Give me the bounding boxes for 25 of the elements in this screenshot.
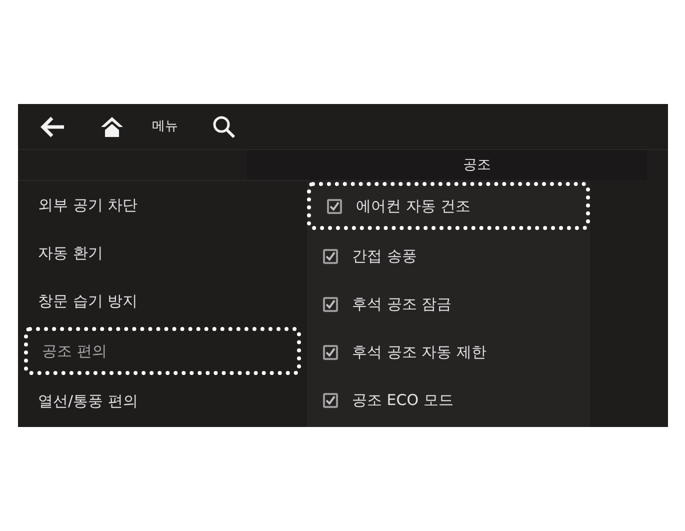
option-label: 공조 ECO 모드 — [352, 390, 454, 411]
option-row[interactable]: 후석 공조 잠금 — [307, 280, 590, 328]
option-row[interactable]: 후석 공조 자동 제한 — [307, 328, 590, 376]
checkbox[interactable] — [323, 248, 338, 264]
option-row[interactable]: 간접 송풍 — [307, 232, 590, 280]
back-icon[interactable] — [40, 116, 66, 138]
checkbox[interactable] — [327, 198, 342, 214]
option-label: 후석 공조 자동 제한 — [352, 342, 486, 363]
home-icon[interactable] — [100, 116, 124, 138]
menu-item[interactable]: 창문 습기 방지 — [24, 277, 301, 325]
search-icon[interactable] — [212, 114, 236, 138]
checkbox[interactable] — [323, 344, 338, 360]
menu-item[interactable]: 외부 공기 차단 — [24, 181, 301, 229]
option-row[interactable]: 에어컨 자동 건조 — [307, 182, 590, 230]
checkbox[interactable] — [323, 296, 338, 312]
option-label: 에어컨 자동 건조 — [356, 196, 471, 217]
option-label: 간접 송풍 — [352, 246, 417, 267]
menu-item[interactable]: 공조 편의 — [24, 327, 301, 375]
option-row[interactable]: 공조 ECO 모드 — [307, 376, 590, 424]
checkbox[interactable] — [323, 392, 338, 408]
menu-button[interactable]: 메뉴 — [152, 116, 178, 136]
option-label: 후석 공조 잠금 — [352, 294, 452, 315]
menu-item[interactable]: 자동 환기 — [24, 229, 301, 277]
menu-item[interactable]: 열선/통풍 편의 — [24, 377, 301, 425]
section-title: 공조 — [247, 150, 647, 180]
